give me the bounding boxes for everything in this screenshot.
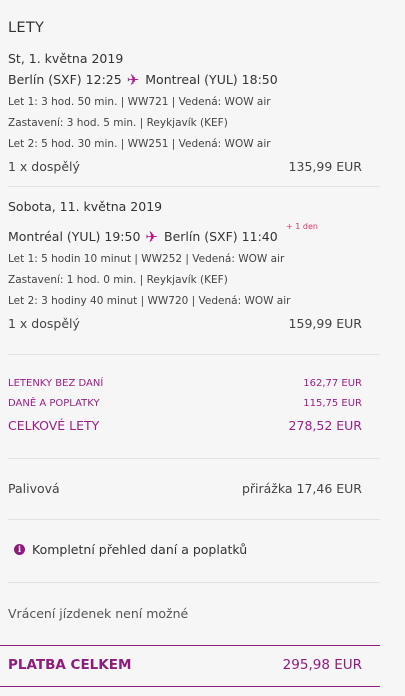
airplane-icon: ✈	[126, 71, 140, 89]
destination: Berlín (SXF) 11:40	[164, 229, 278, 244]
origin: Montréal (YUL) 19:50	[8, 229, 141, 244]
flights-total-value: 278,52 EUR	[288, 418, 362, 433]
grand-total-label: Platba celkem	[8, 657, 132, 673]
fuel-value: přirážka 17,46 EUR	[241, 481, 362, 496]
grand-total-value: 295,98 EUR	[282, 657, 362, 673]
stopover-info: Zastavení: 3 hod. 5 min. | Reykjavík (KE…	[8, 117, 228, 129]
airplane-icon: ✈	[145, 228, 158, 246]
leg-info: Let 2: 3 hodiny 40 minut | WW720 | Veden…	[8, 295, 291, 307]
return-flight: Sobota, 11. května 2019 Montréal (YUL) 1…	[8, 198, 362, 333]
passenger-price-row: 1 x dospělý 159,99 EUR	[8, 315, 362, 333]
booking-summary-panel: LETY St, 1. května 2019 Berlín (SXF) 12:…	[0, 0, 380, 696]
passenger-count: 1 x dospělý	[8, 159, 80, 174]
flight-date: Sobota, 11. května 2019	[8, 199, 163, 214]
tickets-row: Letenky bez daní 162,77 EUR	[8, 377, 362, 391]
flight-route: Montréal (YUL) 19:50 ✈ Berlín (SXF) 11:40 …	[8, 222, 362, 246]
info-icon: i	[14, 544, 25, 555]
passenger-price-row: 1 x dospělý 135,99 EUR	[8, 158, 362, 176]
next-day-badge: + 1 den	[286, 222, 318, 231]
divider	[8, 519, 380, 520]
destination: Montreal (YUL) 18:50	[145, 72, 278, 87]
taxes-overview-link[interactable]: i Kompletní přehled daní a poplatků	[14, 542, 247, 557]
divider	[8, 354, 380, 355]
flight-route: Berlín (SXF) 12:25 ✈ Montreal (YUL) 18:50	[8, 71, 362, 89]
tickets-label: Letenky bez daní	[8, 378, 104, 389]
passenger-count: 1 x dospělý	[8, 316, 80, 331]
tickets-value: 162,77 EUR	[303, 378, 362, 389]
flight-date: St, 1. května 2019	[8, 51, 124, 66]
origin: Berlín (SXF) 12:25	[8, 72, 122, 87]
flight-totals: Letenky bez daní 162,77 EUR Daně a popla…	[8, 377, 362, 435]
outbound-flight: St, 1. května 2019 Berlín (SXF) 12:25 ✈ Mo…	[8, 50, 362, 176]
leg-info: Let 1: 5 hodin 10 minut | WW252 | Vedená…	[8, 253, 285, 265]
overview-link-label: Kompletní přehled daní a poplatků	[32, 542, 248, 557]
flight-price: 159,99 EUR	[288, 316, 362, 331]
flights-total-label: Celkové lety	[8, 418, 100, 433]
grand-total-row: Platba celkem 295,98 EUR	[8, 657, 362, 673]
leg-info: Let 2: 5 hod. 30 min. | WW251 | Vedená: …	[8, 138, 271, 150]
section-title: LETY	[8, 20, 45, 36]
total-bottom-border	[0, 686, 380, 687]
fuel-label: Palivová	[8, 481, 60, 496]
flight-price: 135,99 EUR	[288, 159, 362, 174]
leg-info: Let 1: 3 hod. 50 min. | WW721 | Vedená: …	[8, 96, 271, 108]
divider	[8, 582, 380, 583]
taxes-value: 115,75 EUR	[303, 398, 362, 409]
flights-total-row: Celkové lety 278,52 EUR	[8, 417, 362, 435]
divider	[8, 458, 380, 459]
total-top-border	[0, 645, 380, 646]
stopover-info: Zastavení: 1 hod. 0 min. | Reykjavík (KE…	[8, 274, 228, 286]
divider	[8, 186, 380, 187]
taxes-label: Daně a poplatky	[8, 398, 100, 409]
refund-note: Vrácení jízdenek není možné	[8, 606, 189, 621]
taxes-row: Daně a poplatky 115,75 EUR	[8, 397, 362, 411]
fuel-surcharge-row: Palivová přirážka 17,46 EUR	[8, 481, 362, 496]
